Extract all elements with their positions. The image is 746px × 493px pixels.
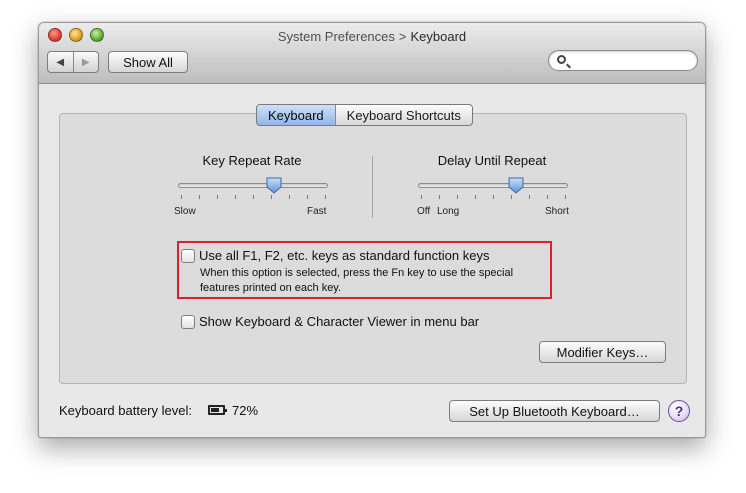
keyboard-viewer-checkbox[interactable]: [181, 315, 195, 329]
breadcrumb-current: Keyboard: [410, 29, 467, 44]
modifier-keys-button[interactable]: Modifier Keys…: [539, 341, 666, 363]
tab-bar: Keyboard Keyboard Shortcuts: [256, 104, 473, 126]
delay-short-label: Short: [545, 206, 569, 217]
battery-icon: [208, 405, 227, 415]
slider-tick: [307, 195, 308, 199]
key-repeat-fast-label: Fast: [307, 206, 327, 217]
slider-tick: [181, 195, 182, 199]
function-keys-checkbox[interactable]: [181, 249, 195, 263]
function-keys-help-line-1: When this option is selected, press the …: [200, 267, 514, 279]
breadcrumb-parent: System Preferences: [277, 29, 395, 44]
slider-tick: [565, 195, 566, 199]
key-repeat-rate-label: Key Repeat Rate: [202, 153, 302, 168]
key-repeat-rate-slider-thumb[interactable]: [265, 177, 283, 194]
preferences-window: System Preferences > Keyboard ◀ ▶ Show All…: [38, 22, 706, 438]
delay-until-repeat-label: Delay Until Repeat: [437, 153, 547, 168]
back-arrow-icon: ◀: [56, 56, 65, 68]
function-keys-option-label[interactable]: Use all F1, F2, etc. keys as standard fu…: [199, 248, 489, 263]
show-all-button[interactable]: Show All: [108, 51, 188, 73]
toolbar: System Preferences > Keyboard ◀ ▶ Show All: [39, 23, 705, 84]
slider-tick: [217, 195, 218, 199]
delay-long-label: Long: [437, 206, 460, 217]
forward-button[interactable]: ▶: [72, 52, 99, 72]
window-title: System Preferences > Keyboard: [39, 29, 705, 44]
slider-tick: [271, 195, 272, 199]
search-icon: [557, 55, 566, 64]
delay-off-label: Off: [417, 206, 431, 217]
key-repeat-slow-label: Slow: [174, 206, 196, 217]
back-button[interactable]: ◀: [48, 52, 73, 72]
battery-level-label: Keyboard battery level:: [59, 403, 192, 418]
function-keys-help-text: When this option is selected, press the …: [200, 266, 513, 296]
set-up-bluetooth-keyboard-button[interactable]: Set Up Bluetooth Keyboard…: [449, 400, 660, 422]
battery-fill: [211, 408, 219, 412]
forward-arrow-icon: ▶: [81, 56, 90, 68]
slider-tick: [325, 195, 326, 199]
slider-tick: [475, 195, 476, 199]
slider-tick: [493, 195, 494, 199]
function-keys-help-line-2: features printed on each key.: [200, 282, 342, 294]
back-forward-control: ◀ ▶: [47, 51, 99, 73]
slider-tick: [529, 195, 530, 199]
slider-divider: [372, 156, 373, 218]
search-field[interactable]: [548, 50, 698, 71]
slider-tick: [199, 195, 200, 199]
slider-tick: [289, 195, 290, 199]
slider-tick: [457, 195, 458, 199]
tab-keyboard-shortcuts[interactable]: Keyboard Shortcuts: [334, 105, 472, 125]
key-repeat-rate-track[interactable]: [178, 183, 328, 188]
slider-tick: [439, 195, 440, 199]
slider-tick: [511, 195, 512, 199]
slider-tick: [421, 195, 422, 199]
help-button[interactable]: ?: [668, 400, 690, 422]
slider-tick: [547, 195, 548, 199]
battery-percent: 72%: [232, 403, 259, 418]
delay-until-repeat-track[interactable]: [418, 183, 568, 188]
breadcrumb-separator: >: [398, 29, 407, 44]
tab-keyboard[interactable]: Keyboard: [257, 105, 335, 125]
delay-until-repeat-slider-thumb[interactable]: [507, 177, 525, 194]
slider-tick: [235, 195, 236, 199]
slider-tick: [253, 195, 254, 199]
battery-terminal: [225, 409, 227, 412]
keyboard-viewer-option-label[interactable]: Show Keyboard & Character Viewer in menu…: [199, 314, 479, 329]
